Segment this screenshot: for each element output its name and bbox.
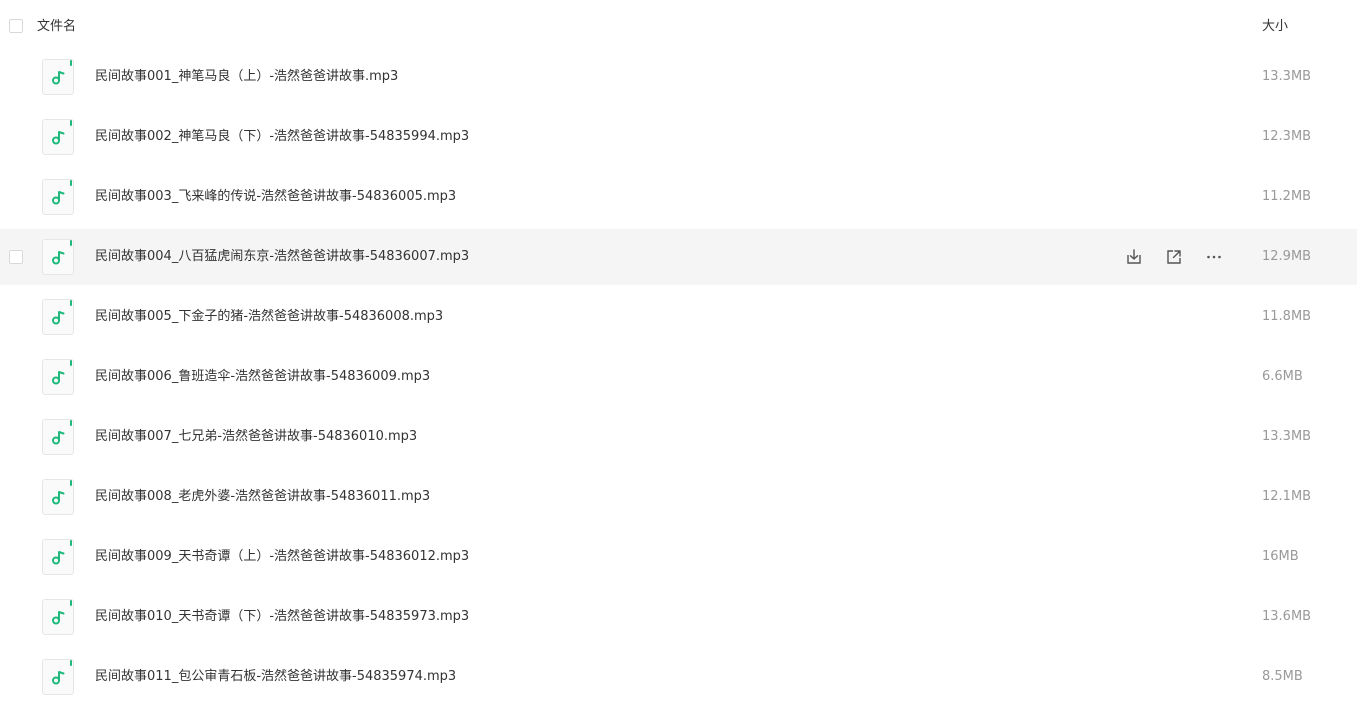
column-header-size[interactable]: 大小 [1262, 19, 1288, 35]
file-row[interactable]: 民间故事007_七兄弟-浩然爸爸讲故事-54836010.mp3 13.3MB [0, 409, 1357, 465]
file-name[interactable]: 民间故事003_飞来峰的传说-浩然爸爸讲故事-54836005.mp3 [95, 189, 456, 205]
file-size: 13.3MB [1262, 69, 1312, 84]
file-size: 13.3MB [1262, 429, 1312, 444]
more-icon[interactable] [1202, 245, 1226, 269]
music-file-icon [42, 539, 74, 575]
file-name[interactable]: 民间故事004_八百猛虎闹东京-浩然爸爸讲故事-54836007.mp3 [95, 249, 469, 265]
music-file-icon [42, 359, 74, 395]
file-row[interactable]: 民间故事010_天书奇谭（下）-浩然爸爸讲故事-54835973.mp3 13.… [0, 589, 1357, 645]
file-row[interactable]: 民间故事011_包公审青石板-浩然爸爸讲故事-54835974.mp3 8.5M… [0, 649, 1357, 705]
list-header: 文件名 大小 [0, 0, 1357, 54]
music-file-icon [42, 479, 74, 515]
music-file-icon [42, 119, 74, 155]
music-file-icon [42, 659, 74, 695]
file-row[interactable]: 民间故事008_老虎外婆-浩然爸爸讲故事-54836011.mp3 12.1MB [0, 469, 1357, 525]
file-name[interactable]: 民间故事002_神笔马良（下）-浩然爸爸讲故事-54835994.mp3 [95, 129, 469, 145]
file-size: 12.9MB [1262, 249, 1312, 264]
file-size: 11.8MB [1262, 309, 1312, 324]
file-size: 8.5MB [1262, 669, 1303, 684]
file-size: 11.2MB [1262, 189, 1312, 204]
file-row[interactable]: 民间故事002_神笔马良（下）-浩然爸爸讲故事-54835994.mp3 12.… [0, 109, 1357, 165]
file-name[interactable]: 民间故事005_下金子的猪-浩然爸爸讲故事-54836008.mp3 [95, 309, 443, 325]
music-file-icon [42, 299, 74, 335]
music-file-icon [42, 239, 74, 275]
file-size: 13.6MB [1262, 609, 1312, 624]
select-all-checkbox[interactable] [9, 19, 23, 33]
file-row[interactable]: 民间故事006_鲁班造伞-浩然爸爸讲故事-54836009.mp3 6.6MB [0, 349, 1357, 405]
file-name[interactable]: 民间故事009_天书奇谭（上）-浩然爸爸讲故事-54836012.mp3 [95, 549, 469, 565]
file-row[interactable]: 民间故事001_神笔马良（上）-浩然爸爸讲故事.mp3 13.3MB [0, 49, 1357, 105]
music-file-icon [42, 419, 74, 455]
file-row[interactable]: 民间故事005_下金子的猪-浩然爸爸讲故事-54836008.mp3 11.8M… [0, 289, 1357, 345]
file-list: 文件名 大小 民间故事001_神笔马良（上）-浩然爸爸讲故事.mp3 13.3M… [0, 0, 1357, 720]
file-name[interactable]: 民间故事001_神笔马良（上）-浩然爸爸讲故事.mp3 [95, 69, 398, 85]
file-size: 12.3MB [1262, 129, 1312, 144]
file-name[interactable]: 民间故事006_鲁班造伞-浩然爸爸讲故事-54836009.mp3 [95, 369, 430, 385]
music-file-icon [42, 599, 74, 635]
row-checkbox[interactable] [9, 250, 23, 264]
music-file-icon [42, 179, 74, 215]
file-row[interactable]: 民间故事009_天书奇谭（上）-浩然爸爸讲故事-54836012.mp3 16M… [0, 529, 1357, 585]
file-name[interactable]: 民间故事008_老虎外婆-浩然爸爸讲故事-54836011.mp3 [95, 489, 430, 505]
file-name[interactable]: 民间故事007_七兄弟-浩然爸爸讲故事-54836010.mp3 [95, 429, 417, 445]
file-size: 6.6MB [1262, 369, 1303, 384]
music-file-icon [42, 59, 74, 95]
file-row[interactable]: 民间故事004_八百猛虎闹东京-浩然爸爸讲故事-54836007.mp3 12.… [0, 229, 1357, 285]
column-header-name[interactable]: 文件名 [37, 19, 76, 35]
file-size: 12.1MB [1262, 489, 1312, 504]
download-icon[interactable] [1122, 245, 1146, 269]
file-name[interactable]: 民间故事010_天书奇谭（下）-浩然爸爸讲故事-54835973.mp3 [95, 609, 469, 625]
file-name[interactable]: 民间故事011_包公审青石板-浩然爸爸讲故事-54835974.mp3 [95, 669, 456, 685]
share-icon[interactable] [1162, 245, 1186, 269]
file-size: 16MB [1262, 549, 1299, 564]
file-row[interactable]: 民间故事003_飞来峰的传说-浩然爸爸讲故事-54836005.mp3 11.2… [0, 169, 1357, 225]
